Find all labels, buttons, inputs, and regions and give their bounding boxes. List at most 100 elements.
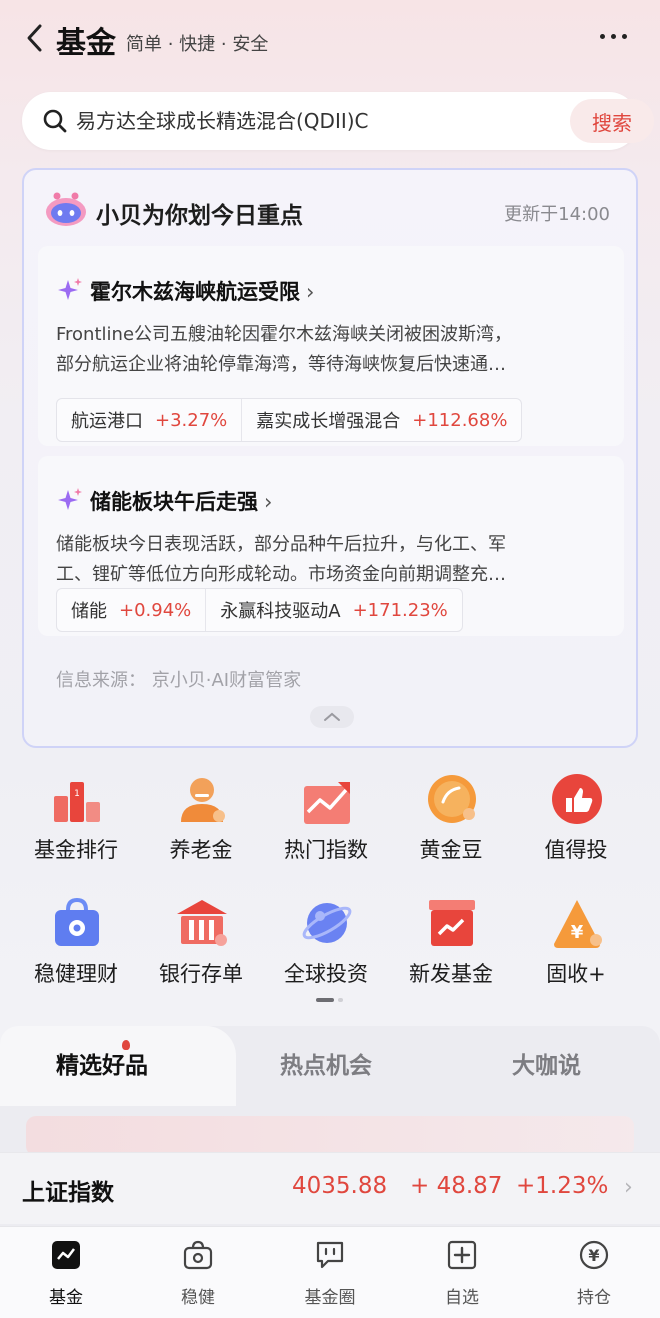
- search-icon: [43, 109, 67, 133]
- index-percent: +1.23%: [516, 1173, 609, 1199]
- chip-percent: +3.27%: [155, 409, 228, 431]
- index-chart-icon: [304, 782, 350, 824]
- chip-name: 航运港口: [71, 411, 143, 432]
- ai-mascot-icon: [46, 192, 86, 226]
- index-value: 4035.88: [292, 1173, 388, 1199]
- chevron-right-icon: ›: [624, 1175, 633, 1200]
- shortcut-bank-deposit[interactable]: 银行存单: [135, 888, 267, 998]
- chevron-up-icon: [324, 712, 340, 721]
- search-input[interactable]: [76, 102, 546, 140]
- ranking-icon: 1: [54, 782, 100, 822]
- topic-card[interactable]: 霍尔木兹海峡航运受限 › Frontline公司五艘油轮因霍尔木兹海峡关闭被困波斯…: [38, 246, 624, 446]
- back-button[interactable]: [20, 22, 50, 54]
- fund-chip[interactable]: 永赢科技驱动A +171.23%: [206, 589, 462, 631]
- more-dot-icon: [611, 33, 616, 39]
- shortcut-label: 银行存单: [159, 962, 243, 986]
- index-name: 上证指数: [22, 1180, 114, 1206]
- shortcut-steady-finance[interactable]: 稳健理财: [10, 888, 142, 998]
- plus-square-icon: [447, 1240, 477, 1270]
- flame-icon: [122, 1040, 130, 1050]
- chevron-left-icon: [27, 24, 42, 52]
- shortcut-fund-ranking[interactable]: 1 基金排行: [10, 764, 142, 874]
- collapse-button[interactable]: [310, 706, 354, 728]
- sector-chip[interactable]: 航运港口 +3.27%: [57, 399, 243, 441]
- nav-fund[interactable]: 基金: [11, 1237, 121, 1313]
- bank-icon: [177, 900, 227, 946]
- chevron-right-icon: ›: [306, 280, 315, 304]
- fixed-income-icon: ¥: [554, 900, 602, 948]
- shortcut-label: 热门指数: [284, 838, 368, 862]
- nav-holdings[interactable]: ¥ 持仓: [539, 1237, 649, 1313]
- chip-name: 永赢科技驱动A: [220, 601, 341, 622]
- chevron-right-icon: ›: [264, 490, 273, 514]
- nav-label: 稳健: [181, 1288, 215, 1308]
- topic-title[interactable]: 储能板块午后走强 ›: [90, 486, 272, 516]
- shortcut-label: 全球投资: [284, 962, 368, 986]
- search-bar: 搜索: [22, 92, 654, 150]
- ai-card-title: 小贝为你划今日重点: [96, 203, 303, 229]
- index-change: + 48.87: [410, 1173, 503, 1199]
- sparkle-icon: [58, 278, 82, 300]
- topic-summary-line: 工、锂矿等低位方向形成轮动。市场资金向前期调整充…: [56, 564, 506, 585]
- shortcut-gold-bean[interactable]: 黄金豆: [385, 764, 517, 874]
- fund-chart-icon: [52, 1241, 80, 1269]
- topic-title-text: 储能板块午后走强: [90, 490, 258, 514]
- shortcut-label: 值得投: [544, 838, 608, 862]
- topic-summary: Frontline公司五艘油轮因霍尔木兹海峡关闭被困波斯湾， 部分航运企业将油轮…: [56, 320, 596, 380]
- yen-icon: ¥: [579, 1240, 609, 1270]
- topic-summary-line: Frontline公司五艘油轮因霍尔木兹海峡关闭被困波斯湾，: [56, 324, 513, 345]
- tab-featured[interactable]: 精选好品: [56, 1040, 148, 1080]
- more-dot-icon: [600, 33, 605, 39]
- svg-text:¥: ¥: [571, 922, 584, 943]
- pension-icon: [181, 778, 225, 822]
- sector-chip[interactable]: 储能 +0.94%: [57, 589, 207, 631]
- thumbs-up-icon: [552, 774, 602, 824]
- shortcut-fixed-income[interactable]: ¥ 固收+: [510, 888, 642, 998]
- search-button[interactable]: 搜索: [570, 99, 654, 143]
- shortcut-label: 养老金: [169, 838, 233, 862]
- ai-highlights-card: 小贝为你划今日重点 更新于14:00 霍尔木兹海峡航运受限 › Frontline…: [22, 168, 638, 748]
- update-time: 更新于14:00: [504, 204, 610, 225]
- shortcut-pension[interactable]: 养老金: [135, 764, 267, 874]
- index-ticker[interactable]: 上证指数 4035.88 + 48.87 +1.23% ›: [0, 1152, 660, 1224]
- chip-name: 嘉实成长增强混合: [256, 411, 401, 432]
- shortcut-label: 新发基金: [409, 962, 493, 986]
- tab-expert-talk[interactable]: 大咖说: [512, 1046, 581, 1080]
- topic-title[interactable]: 霍尔木兹海峡航运受限 ›: [90, 276, 314, 306]
- new-fund-icon: [429, 900, 475, 946]
- safe-bag-icon: [55, 897, 99, 946]
- topic-summary-line: 部分航运企业将油轮停靠海湾，等待海峡恢复后快速通…: [56, 354, 506, 375]
- topic-card[interactable]: 储能板块午后走强 › 储能板块今日表现活跃，部分品种午后拉升，与化工、军 工、锂矿…: [38, 456, 624, 636]
- tab-hot-opportunities[interactable]: 热点机会: [280, 1046, 372, 1080]
- chat-icon: [316, 1241, 344, 1269]
- shortcut-worth-investing[interactable]: 值得投: [510, 764, 642, 874]
- topic-summary-line: 储能板块今日表现活跃，部分品种午后拉升，与化工、军: [56, 534, 506, 555]
- sparkle-icon: [58, 488, 82, 510]
- nav-steady[interactable]: 稳健: [143, 1237, 253, 1313]
- nav-label: 持仓: [577, 1288, 611, 1308]
- info-source: 信息来源： 京小贝·AI财富管家: [56, 670, 302, 691]
- svg-text:¥: ¥: [588, 1246, 599, 1265]
- more-menu-button[interactable]: [600, 26, 640, 46]
- chip-percent: +112.68%: [412, 409, 508, 431]
- gold-bean-icon: [428, 775, 476, 823]
- nav-label: 自选: [445, 1288, 479, 1308]
- shortcut-label: 基金排行: [34, 838, 118, 862]
- shortcut-global-invest[interactable]: 全球投资: [260, 888, 392, 998]
- nav-watchlist[interactable]: 自选: [407, 1237, 517, 1313]
- page-slogan: 简单 · 快捷 · 安全: [126, 34, 269, 55]
- shortcut-hot-index[interactable]: 热门指数: [260, 764, 392, 874]
- shortcut-label: 稳健理财: [34, 962, 118, 986]
- steady-bag-icon: [183, 1240, 213, 1270]
- chip-percent: +0.94%: [119, 599, 192, 621]
- fund-chip[interactable]: 嘉实成长增强混合 +112.68%: [242, 399, 521, 441]
- chip-percent: +171.23%: [352, 599, 448, 621]
- nav-fund-circle[interactable]: 基金圈: [275, 1237, 385, 1313]
- more-dot-icon: [622, 33, 627, 39]
- shortcut-new-fund[interactable]: 新发基金: [385, 888, 517, 998]
- topic-title-text: 霍尔木兹海峡航运受限: [90, 280, 300, 304]
- related-chips: 航运港口 +3.27% 嘉实成长增强混合 +112.68%: [56, 398, 523, 442]
- bottom-nav: 基金 稳健 基金圈 自选 ¥ 持仓: [0, 1226, 660, 1318]
- page-title: 基金: [56, 26, 116, 61]
- pager-dot: [338, 998, 343, 1002]
